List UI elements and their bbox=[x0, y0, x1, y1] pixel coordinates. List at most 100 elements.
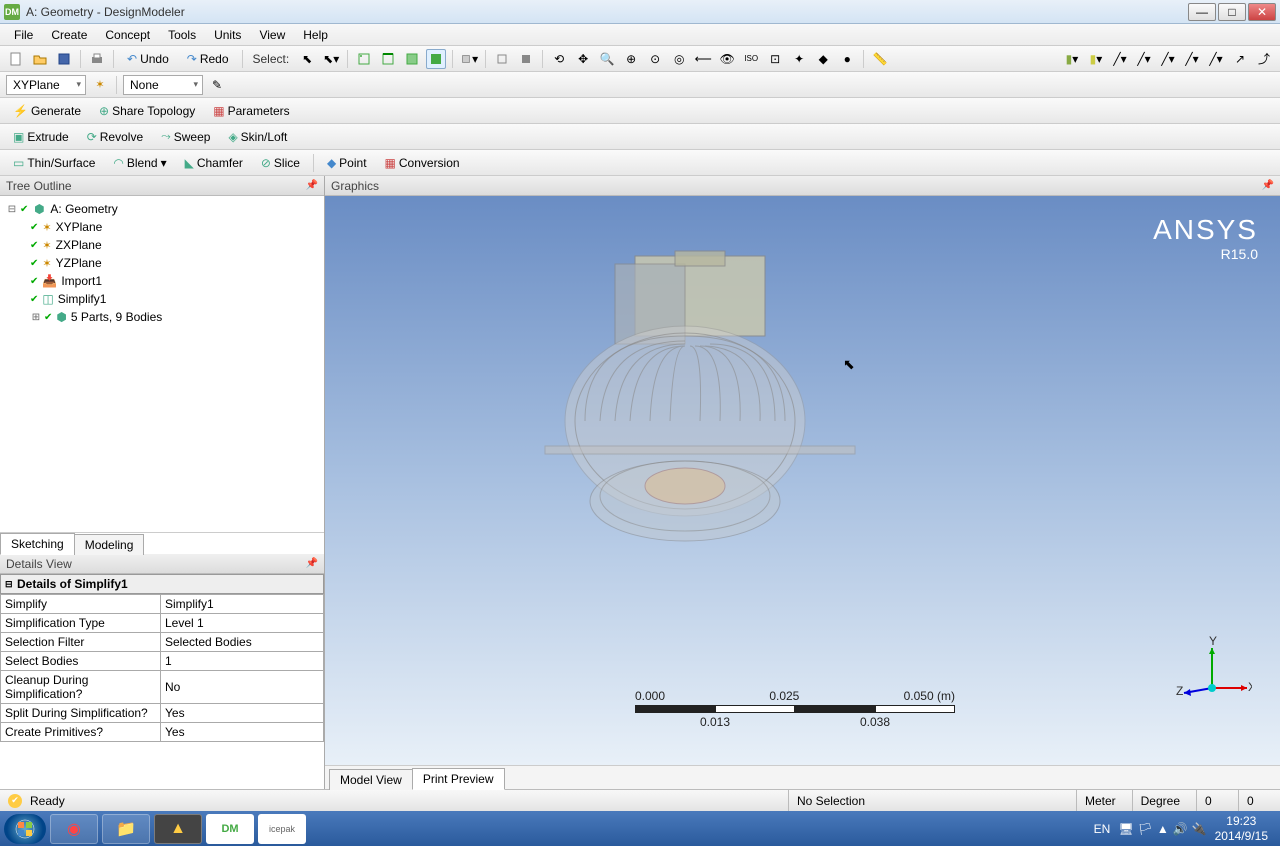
zoom-prev[interactable]: ⟵ bbox=[693, 49, 713, 69]
slice-button[interactable]: ⊘Slice bbox=[254, 153, 307, 173]
tray-icon[interactable]: ▲ bbox=[1157, 822, 1169, 836]
display-1[interactable]: ▮▾ bbox=[1062, 49, 1082, 69]
tab-sketching[interactable]: Sketching bbox=[0, 533, 75, 555]
task-item[interactable]: ▲ bbox=[154, 814, 202, 844]
zoom-sel[interactable]: ◎ bbox=[669, 49, 689, 69]
box1[interactable] bbox=[492, 49, 512, 69]
undo-button[interactable]: ↶Undo bbox=[120, 49, 176, 69]
close-button[interactable]: ✕ bbox=[1248, 3, 1276, 21]
zoom-box[interactable]: 🔍 bbox=[597, 49, 617, 69]
zoom-in[interactable]: ⊕ bbox=[621, 49, 641, 69]
new-button[interactable] bbox=[6, 49, 26, 69]
conversion-button[interactable]: ▦Conversion bbox=[378, 153, 467, 173]
tray-icon[interactable]: 🖥 bbox=[1118, 822, 1133, 836]
display-2[interactable]: ▮▾ bbox=[1086, 49, 1106, 69]
tab-modeling[interactable]: Modeling bbox=[74, 534, 145, 555]
pin-icon[interactable]: 📌 bbox=[306, 180, 318, 191]
new-plane-button[interactable]: ✶ bbox=[90, 75, 110, 95]
tree-node-xyplane[interactable]: ✔✶XYPlane bbox=[2, 218, 322, 236]
tree-node-parts[interactable]: ⊞✔⬢5 Parts, 9 Bodies bbox=[2, 308, 322, 326]
snap2[interactable]: ✦ bbox=[789, 49, 809, 69]
menu-create[interactable]: Create bbox=[43, 26, 95, 44]
plane-dropdown[interactable]: XYPlane bbox=[6, 75, 86, 95]
table-row[interactable]: SimplifySimplify1 bbox=[1, 595, 324, 614]
menu-units[interactable]: Units bbox=[206, 26, 249, 44]
line-4[interactable]: ╱▾ bbox=[1182, 49, 1202, 69]
graphics-viewport[interactable]: ANSYS R15.0 ⬉ bbox=[325, 196, 1280, 765]
extend-selection[interactable]: ▾ bbox=[459, 49, 479, 69]
snap1[interactable]: ⊡ bbox=[765, 49, 785, 69]
extrude-button[interactable]: ▣Extrude bbox=[6, 127, 76, 147]
table-row[interactable]: Create Primitives?Yes bbox=[1, 723, 324, 742]
save-button[interactable] bbox=[54, 49, 74, 69]
table-row[interactable]: Selection FilterSelected Bodies bbox=[1, 633, 324, 652]
sketch-dropdown[interactable]: None bbox=[123, 75, 203, 95]
select-cursor[interactable]: ⬉ bbox=[297, 49, 317, 69]
table-row[interactable]: Select Bodies1 bbox=[1, 652, 324, 671]
details-title[interactable]: ⊟ Details of Simplify1 bbox=[0, 574, 324, 594]
tab-model-view[interactable]: Model View bbox=[329, 769, 413, 790]
menu-help[interactable]: Help bbox=[295, 26, 336, 44]
iso-view[interactable]: ISO bbox=[741, 49, 761, 69]
arrow-tool[interactable]: ↗ bbox=[1230, 49, 1250, 69]
snap4[interactable]: ● bbox=[837, 49, 857, 69]
tray-icon[interactable]: 🔊 bbox=[1173, 822, 1188, 836]
parameters-button[interactable]: ▦Parameters bbox=[206, 101, 296, 121]
select-filter[interactable]: ⬉▾ bbox=[321, 49, 341, 69]
redo-button[interactable]: ↷Redo bbox=[180, 49, 236, 69]
pin-icon[interactable]: 📌 bbox=[306, 558, 318, 569]
task-item[interactable]: ◉ bbox=[50, 814, 98, 844]
share-topology-button[interactable]: ⊕Share Topology bbox=[92, 101, 202, 121]
select-points[interactable] bbox=[354, 49, 374, 69]
line-2[interactable]: ╱▾ bbox=[1134, 49, 1154, 69]
tray-icon[interactable]: 🔌 bbox=[1192, 822, 1207, 836]
look-at[interactable]: 👁 bbox=[717, 49, 737, 69]
tree-node-zxplane[interactable]: ✔✶ZXPlane bbox=[2, 236, 322, 254]
revolve-button[interactable]: ⟳Revolve bbox=[80, 127, 150, 147]
print-button[interactable] bbox=[87, 49, 107, 69]
pin-icon[interactable]: 📌 bbox=[1262, 180, 1274, 191]
skinloft-button[interactable]: ◈Skin/Loft bbox=[221, 127, 294, 147]
tree-root[interactable]: ⊟ ✔ ⬢ A: Geometry bbox=[2, 200, 322, 218]
triad-axes[interactable]: X Y Z bbox=[1172, 633, 1252, 713]
snap3[interactable]: ◆ bbox=[813, 49, 833, 69]
table-row[interactable]: Cleanup During Simplification?No bbox=[1, 671, 324, 704]
line-3[interactable]: ╱▾ bbox=[1158, 49, 1178, 69]
lang-indicator[interactable]: EN bbox=[1094, 822, 1111, 836]
collapse-icon[interactable]: ⊟ bbox=[6, 204, 18, 215]
task-item[interactable]: DM bbox=[206, 814, 254, 844]
select-edges[interactable] bbox=[378, 49, 398, 69]
minimize-button[interactable]: — bbox=[1188, 3, 1216, 21]
sweep-button[interactable]: ⤳Sweep bbox=[154, 127, 217, 147]
chamfer-button[interactable]: ◣Chamfer bbox=[178, 153, 250, 173]
tree-node-simplify1[interactable]: ✔◫Simplify1 bbox=[2, 290, 322, 308]
start-button[interactable] bbox=[4, 814, 46, 844]
thinsurface-button[interactable]: ▭Thin/Surface bbox=[6, 153, 102, 173]
rotate-view[interactable]: ⟲ bbox=[549, 49, 569, 69]
tab-print-preview[interactable]: Print Preview bbox=[412, 768, 505, 790]
tree-outline[interactable]: ⊟ ✔ ⬢ A: Geometry ✔✶XYPlane ✔✶ZXPlane ✔✶… bbox=[0, 196, 324, 532]
task-item[interactable]: icepak bbox=[258, 814, 306, 844]
menu-concept[interactable]: Concept bbox=[97, 26, 158, 44]
task-item[interactable]: 📁 bbox=[102, 814, 150, 844]
line-5[interactable]: ╱▾ bbox=[1206, 49, 1226, 69]
generate-button[interactable]: ⚡Generate bbox=[6, 101, 88, 121]
table-row[interactable]: Simplification TypeLevel 1 bbox=[1, 614, 324, 633]
box2[interactable] bbox=[516, 49, 536, 69]
menu-view[interactable]: View bbox=[251, 26, 293, 44]
clock[interactable]: 19:23 2014/9/15 bbox=[1215, 814, 1268, 843]
blend-button[interactable]: ◠Blend ▾ bbox=[106, 153, 173, 173]
line-1[interactable]: ╱▾ bbox=[1110, 49, 1130, 69]
open-button[interactable] bbox=[30, 49, 50, 69]
new-sketch-button[interactable]: ✎ bbox=[207, 75, 227, 95]
measure-button[interactable]: 📏 bbox=[870, 49, 890, 69]
pan-view[interactable]: ✥ bbox=[573, 49, 593, 69]
arrow2-tool[interactable]: ⤴ bbox=[1254, 49, 1274, 69]
maximize-button[interactable]: □ bbox=[1218, 3, 1246, 21]
menu-file[interactable]: File bbox=[6, 26, 41, 44]
select-faces[interactable] bbox=[402, 49, 422, 69]
expand-icon[interactable]: ⊞ bbox=[30, 312, 42, 323]
tree-node-yzplane[interactable]: ✔✶YZPlane bbox=[2, 254, 322, 272]
point-button[interactable]: ◆Point bbox=[320, 153, 374, 173]
menu-tools[interactable]: Tools bbox=[160, 26, 204, 44]
